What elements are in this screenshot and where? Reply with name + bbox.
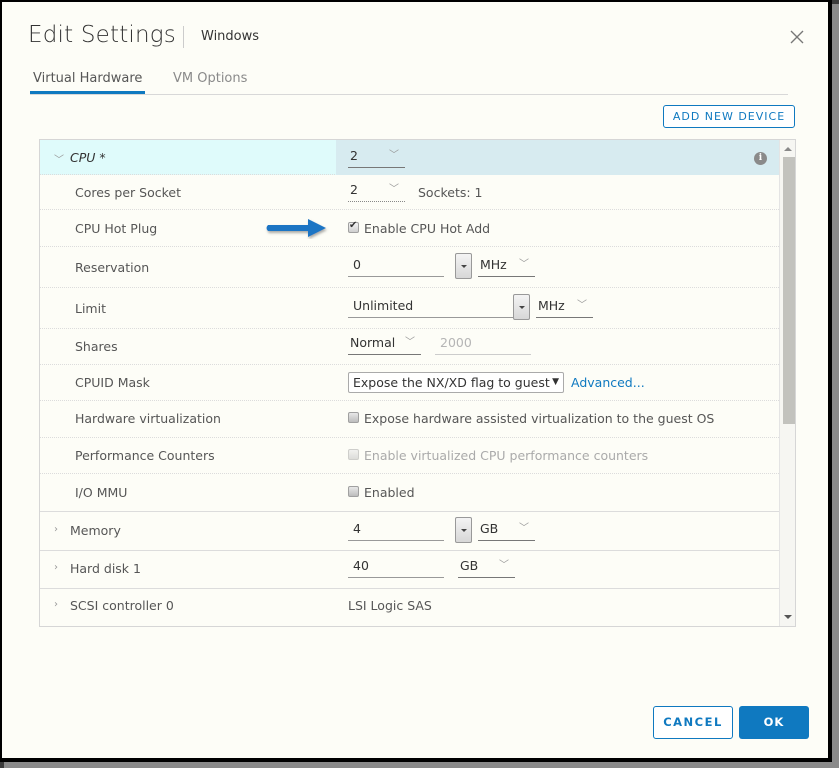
cores-per-socket-label: Cores per Socket	[75, 185, 181, 200]
hardware-virtualization-checkbox-label[interactable]: Expose hardware assisted virtualization …	[364, 411, 714, 426]
vm-name: Windows	[201, 29, 260, 44]
limit-label: Limit	[75, 301, 106, 316]
tab-bar: Virtual Hardware VM Options	[29, 67, 788, 95]
sockets-count: Sockets: 1	[418, 185, 483, 200]
hardware-list: ﹀ CPU * 2 ﹀ i Cores per Socket 2 ﹀ Socke	[40, 140, 779, 625]
scroll-down-arrow-icon[interactable]	[784, 615, 792, 619]
cpuid-mask-row: CPUID Mask Expose the NX/XD flag to gues…	[40, 365, 779, 401]
enable-cpu-hot-add-checkbox[interactable]	[348, 220, 359, 233]
scrollbar[interactable]	[779, 140, 795, 626]
shares-label: Shares	[75, 339, 118, 354]
chevron-right-icon[interactable]: ›	[54, 599, 58, 610]
cores-per-socket-row: Cores per Socket 2 ﹀ Sockets: 1	[40, 175, 779, 210]
io-mmu-checkbox[interactable]	[348, 486, 359, 497]
reservation-label: Reservation	[75, 260, 150, 275]
scsi-controller-row[interactable]: › SCSI controller 0 LSI Logic SAS	[40, 589, 779, 625]
title-separator	[183, 26, 184, 48]
scsi-controller-value: LSI Logic SAS	[348, 598, 432, 613]
reservation-unit-value: MHz	[480, 257, 507, 272]
cpuid-mask-select[interactable]: Expose the NX/XD flag to guest ▼	[348, 372, 564, 393]
io-mmu-checkbox-label[interactable]: Enabled	[364, 485, 415, 500]
reservation-row: Reservation 0 MHz ﹀	[40, 247, 779, 288]
io-mmu-label: I/O MMU	[75, 485, 128, 500]
limit-unit-select[interactable]: MHz ﹀	[536, 296, 593, 318]
advanced-link[interactable]: Advanced...	[571, 375, 645, 390]
scroll-thumb[interactable]	[783, 157, 795, 424]
enable-cpu-hot-add-label[interactable]: Enable CPU Hot Add	[364, 221, 490, 236]
annotation-arrow-shape	[266, 219, 326, 237]
cpuid-mask-label: CPUID Mask	[75, 375, 150, 390]
hardware-virtualization-row: Hardware virtualization Expose hardware …	[40, 401, 779, 438]
cpu-hot-plug-label: CPU Hot Plug	[75, 221, 158, 236]
memory-dropdown-button[interactable]	[455, 517, 472, 543]
reservation-input[interactable]: 0	[348, 255, 444, 277]
hardware-panel: ﹀ CPU * 2 ﹀ i Cores per Socket 2 ﹀ Socke	[39, 139, 796, 627]
tab-virtual-hardware[interactable]: Virtual Hardware	[29, 71, 146, 94]
performance-counters-row: Performance Counters Enable virtualized …	[40, 438, 779, 474]
reservation-unit-select[interactable]: MHz ﹀	[478, 255, 535, 277]
hardware-virtualization-label: Hardware virtualization	[75, 411, 221, 426]
hard-disk-label: Hard disk 1	[70, 561, 141, 576]
close-button[interactable]	[788, 28, 806, 46]
memory-unit-select[interactable]: GB ﹀	[478, 519, 535, 541]
chevron-down-icon: ﹀	[405, 337, 415, 348]
shares-level-value: Normal	[350, 335, 396, 350]
dialog-title: Edit Settings	[28, 22, 176, 48]
chevron-down-icon: ﹀	[577, 300, 587, 311]
cpu-label: CPU *	[70, 150, 106, 165]
performance-counters-checkbox-label: Enable virtualized CPU performance count…	[364, 448, 649, 463]
chevron-down-icon: ﹀	[499, 560, 509, 571]
shares-value-input: 2000	[435, 333, 531, 355]
hard-disk-unit-select[interactable]: GB ﹀	[458, 556, 515, 578]
window-frame: Edit Settings Windows Virtual Hardware V…	[0, 0, 832, 762]
cpu-row[interactable]: ﹀ CPU * 2 ﹀ i	[40, 140, 779, 175]
chevron-down-icon[interactable]: ﹀	[54, 151, 64, 166]
limit-dropdown-button[interactable]	[513, 294, 530, 320]
dropdown-triangle-icon: ▼	[552, 377, 559, 387]
chevron-right-icon[interactable]: ›	[54, 524, 58, 535]
chevron-down-icon: ﹀	[389, 150, 399, 161]
info-icon[interactable]: i	[754, 152, 767, 165]
cpu-count-value: 2	[350, 148, 358, 163]
chevron-down-icon: ﹀	[519, 259, 529, 270]
hardware-virtualization-checkbox[interactable]	[348, 412, 359, 423]
ok-button[interactable]: OK	[739, 706, 809, 739]
cores-per-socket-select[interactable]: 2 ﹀	[348, 180, 405, 202]
hard-disk-unit-value: GB	[460, 558, 479, 573]
limit-unit-value: MHz	[538, 298, 565, 313]
memory-row[interactable]: › Memory 4 GB ﹀	[40, 512, 779, 551]
memory-unit-value: GB	[480, 521, 499, 536]
tab-vm-options[interactable]: VM Options	[173, 71, 247, 92]
edit-settings-dialog: Edit Settings Windows Virtual Hardware V…	[2, 2, 828, 758]
shares-row: Shares Normal ﹀ 2000	[40, 329, 779, 365]
annotation-arrow-icon	[266, 219, 326, 237]
memory-label: Memory	[70, 523, 121, 538]
scroll-up-arrow-icon[interactable]	[784, 147, 792, 151]
cores-per-socket-value: 2	[350, 182, 358, 197]
hard-disk-row[interactable]: › Hard disk 1 40 GB ﹀	[40, 551, 779, 589]
cpuid-mask-value: Expose the NX/XD flag to guest	[353, 375, 550, 390]
limit-input[interactable]: Unlimited	[348, 296, 513, 318]
add-new-device-button[interactable]: ADD NEW DEVICE	[663, 105, 795, 128]
scsi-controller-label: SCSI controller 0	[70, 598, 174, 613]
cpu-count-select[interactable]: 2 ﹀	[348, 146, 405, 168]
cpu-hot-plug-row: CPU Hot Plug Enable CPU Hot Add	[40, 210, 779, 247]
io-mmu-row: I/O MMU Enabled	[40, 474, 779, 512]
cancel-button[interactable]: CANCEL	[653, 706, 733, 739]
chevron-down-icon: ﹀	[519, 523, 529, 534]
performance-counters-checkbox	[348, 449, 359, 460]
shares-level-select[interactable]: Normal ﹀	[348, 333, 421, 355]
limit-row: Limit Unlimited MHz ﹀	[40, 288, 779, 329]
memory-input[interactable]: 4	[348, 519, 444, 541]
chevron-right-icon[interactable]: ›	[54, 562, 58, 573]
close-icon	[790, 30, 804, 44]
chevron-down-icon: ﹀	[389, 184, 399, 195]
hard-disk-size-input[interactable]: 40	[348, 556, 444, 578]
performance-counters-label: Performance Counters	[75, 448, 215, 463]
reservation-dropdown-button[interactable]	[455, 253, 472, 279]
